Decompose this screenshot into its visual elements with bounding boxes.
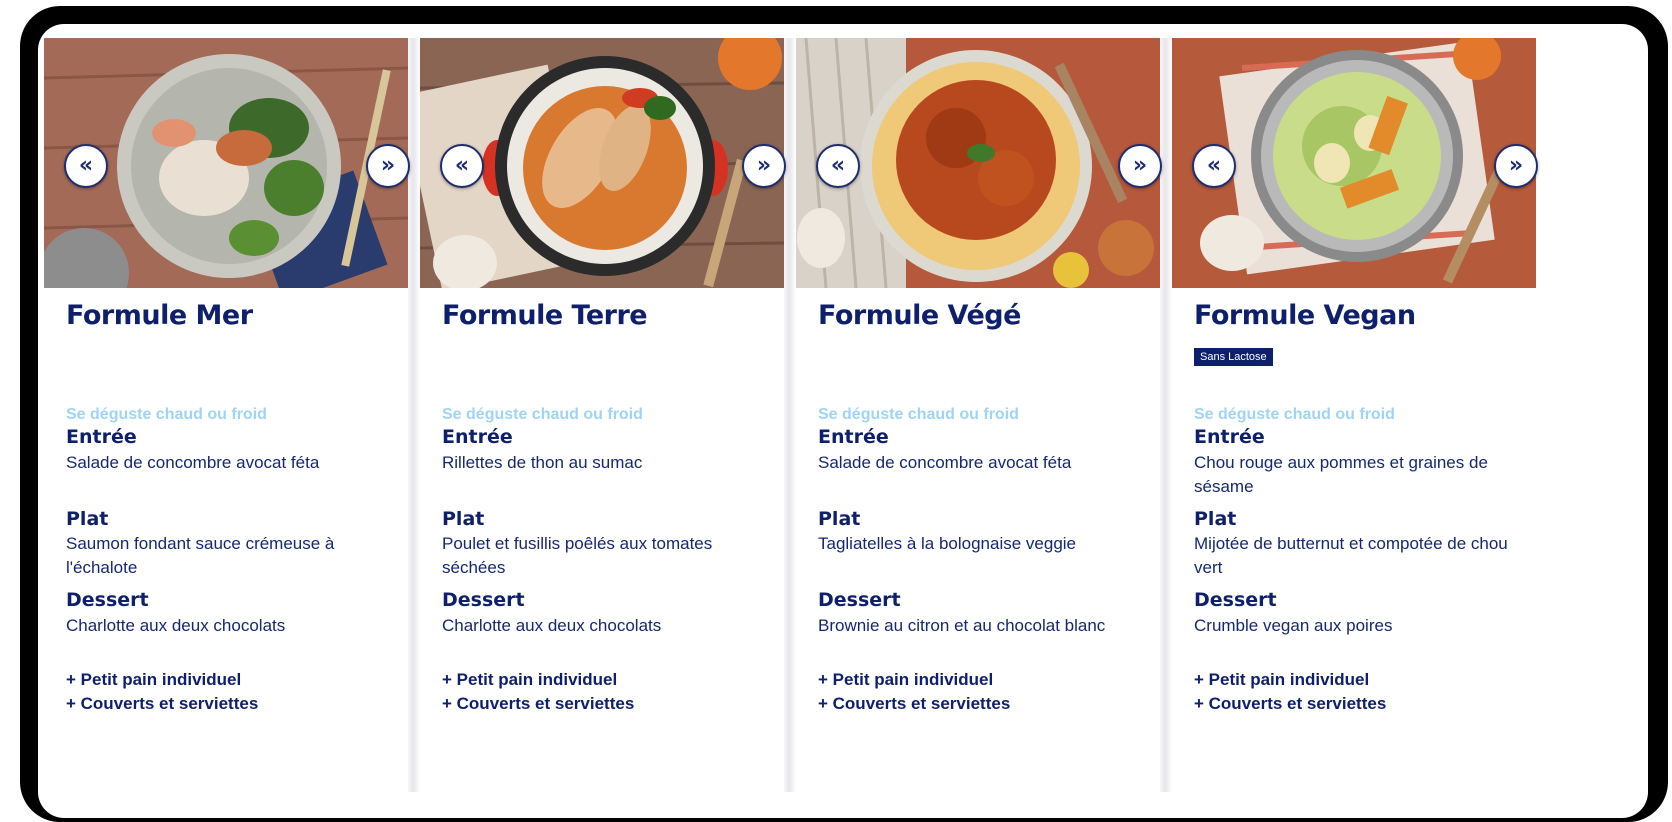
starter-text: Chou rouge aux pommes et graines de sésa… bbox=[1194, 453, 1488, 496]
formula-title: Formule Vegan bbox=[1194, 300, 1416, 331]
extra-cutlery: + Couverts et serviettes bbox=[442, 694, 635, 713]
extra-bread: + Petit pain individuel bbox=[442, 670, 618, 689]
carousel-prev-button[interactable]: « bbox=[1192, 144, 1236, 188]
main-text: Mijotée de butternut et compotée de chou… bbox=[1194, 534, 1508, 577]
dessert-label: Dessert bbox=[1194, 589, 1277, 611]
main-text: Saumon fondant sauce crémeuse à l'échalo… bbox=[66, 534, 335, 577]
extra-cutlery: + Couverts et serviettes bbox=[66, 694, 259, 713]
dessert-text: Charlotte aux deux chocolats bbox=[442, 616, 662, 635]
starter-label: Entrée bbox=[1194, 426, 1265, 448]
sans-lactose-badge: Sans Lactose bbox=[1194, 348, 1273, 366]
serving-hint: Se déguste chaud ou froid bbox=[1194, 406, 1395, 423]
main-text: Tagliatelles à la bolognaise veggie bbox=[818, 534, 1077, 553]
dessert-text: Charlotte aux deux chocolats bbox=[66, 616, 286, 635]
dessert-label: Dessert bbox=[442, 589, 525, 611]
serving-hint: Se déguste chaud ou froid bbox=[442, 406, 643, 423]
dessert-text: Crumble vegan aux poires bbox=[1194, 616, 1393, 635]
carousel-prev-button[interactable]: « bbox=[64, 144, 108, 188]
carousel-next-button[interactable]: » bbox=[1494, 144, 1538, 188]
starter-label: Entrée bbox=[442, 426, 513, 448]
serving-hint: Se déguste chaud ou froid bbox=[66, 406, 267, 423]
starter-text: Rillettes de thon au sumac bbox=[442, 453, 643, 472]
carousel-prev-button[interactable]: « bbox=[816, 144, 860, 188]
dessert-label: Dessert bbox=[818, 589, 901, 611]
main-label: Plat bbox=[818, 508, 861, 530]
extra-bread: + Petit pain individuel bbox=[1194, 670, 1370, 689]
card-divider bbox=[782, 38, 796, 792]
main-text: Poulet et fusillis poêlés aux tomates sé… bbox=[442, 534, 713, 577]
formula-card-vege: « » Formule Végé Se déguste chaud ou fro… bbox=[796, 38, 1162, 792]
extra-bread: + Petit pain individuel bbox=[818, 670, 994, 689]
serving-hint: Se déguste chaud ou froid bbox=[818, 406, 1019, 423]
main-label: Plat bbox=[1194, 508, 1237, 530]
starter-text: Salade de concombre avocat féta bbox=[66, 453, 320, 472]
dessert-label: Dessert bbox=[66, 589, 149, 611]
dessert-text: Brownie au citron et au chocolat blanc bbox=[818, 616, 1106, 635]
extra-cutlery: + Couverts et serviettes bbox=[818, 694, 1011, 713]
formula-card-mer: « » Formule Mer Se déguste chaud ou froi… bbox=[44, 38, 410, 792]
main-label: Plat bbox=[66, 508, 109, 530]
carousel-prev-button[interactable]: « bbox=[440, 144, 484, 188]
starter-label: Entrée bbox=[66, 426, 137, 448]
card-divider bbox=[406, 38, 420, 792]
starter-text: Salade de concombre avocat féta bbox=[818, 453, 1072, 472]
carousel-next-button[interactable]: » bbox=[1118, 144, 1162, 188]
extra-bread: + Petit pain individuel bbox=[66, 670, 242, 689]
formula-card-terre: « » Formule Terre Se déguste chaud ou fr… bbox=[420, 38, 786, 792]
menu-carousel: « » Formule Mer Se déguste chaud ou froi… bbox=[38, 24, 1648, 818]
starter-label: Entrée bbox=[818, 426, 889, 448]
formula-card-vegan: « » Formule Vegan Sans Lactose Se dégust… bbox=[1172, 38, 1538, 792]
extra-cutlery: + Couverts et serviettes bbox=[1194, 694, 1387, 713]
formula-title: Formule Mer bbox=[66, 300, 253, 331]
formula-title: Formule Terre bbox=[442, 300, 648, 331]
card-divider bbox=[1158, 38, 1172, 792]
main-label: Plat bbox=[442, 508, 485, 530]
carousel-next-button[interactable]: » bbox=[742, 144, 786, 188]
formula-title: Formule Végé bbox=[818, 300, 1021, 331]
carousel-next-button[interactable]: » bbox=[366, 144, 410, 188]
